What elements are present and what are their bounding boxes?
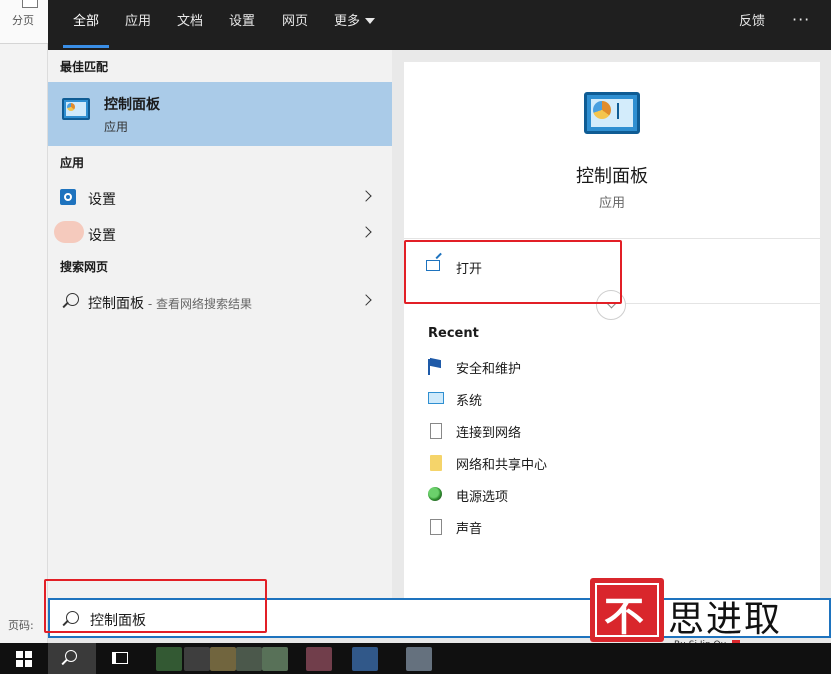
tab-apps[interactable]: 应用 (125, 0, 151, 50)
task-view-button[interactable] (96, 643, 144, 674)
chevron-right-icon[interactable] (360, 190, 372, 202)
list-item-settings-2[interactable]: 设置 (48, 216, 392, 250)
document-icon (430, 519, 442, 535)
feedback-button[interactable]: 反馈 (739, 0, 765, 44)
recent-item-label: 安全和维护 (456, 362, 522, 377)
watermark-seal-char: 不 (604, 593, 644, 640)
more-options-button[interactable]: ··· (792, 0, 810, 40)
taskbar-app[interactable] (352, 647, 378, 671)
task-view-icon (112, 652, 128, 664)
chevron-right-icon[interactable] (360, 294, 372, 306)
recent-item-label: 连接到网络 (456, 426, 522, 441)
recent-item-label: 网络和共享中心 (456, 458, 548, 473)
watermark-text: 思进取 (668, 599, 783, 640)
tab-settings[interactable]: 设置 (229, 0, 255, 50)
control-panel-icon (62, 98, 90, 120)
taskbar-app[interactable] (262, 647, 288, 671)
watermark-seal: 不 (590, 578, 664, 642)
details-pane: 控制面板 应用 打开 Recent 安全和维护 系统 连接到网络 网络和共享中心… (404, 62, 820, 598)
background-tab-label[interactable]: 分页 (12, 12, 34, 28)
blurred-app-icon (54, 221, 84, 243)
list-item-settings[interactable]: 设置 (48, 180, 392, 214)
apps-header: 应用 (60, 156, 85, 170)
tab-documents[interactable]: 文档 (177, 0, 203, 50)
web-search-query: 控制面板 (88, 296, 144, 312)
folder-icon (430, 455, 442, 471)
tab-more[interactable]: 更多 (334, 0, 376, 50)
flag-icon (428, 359, 444, 375)
taskbar-search-button[interactable] (48, 643, 96, 674)
start-button[interactable] (0, 643, 48, 674)
details-title: 控制面板 (576, 166, 648, 187)
taskbar (0, 643, 831, 674)
details-subtitle: 应用 (598, 196, 625, 211)
chevron-right-icon[interactable] (360, 226, 372, 238)
search-icon (66, 293, 79, 306)
taskbar-app[interactable] (236, 647, 262, 671)
web-search-label: 控制面板 - 查看网络搜索结果 (88, 293, 252, 313)
web-search-item[interactable]: 控制面板 - 查看网络搜索结果 (48, 284, 392, 318)
recent-item-label: 声音 (456, 522, 483, 537)
background-status-label: 页码: (8, 619, 34, 632)
tab-more-label: 更多 (334, 14, 361, 29)
tab-all[interactable]: 全部 (62, 0, 110, 50)
best-match-title: 控制面板 (104, 97, 160, 113)
control-panel-icon (584, 92, 640, 134)
highlight-open-box (404, 240, 622, 304)
search-category-bar: 全部 应用 文档 设置 网页 更多 反馈 ··· (48, 0, 831, 50)
web-search-header: 搜索网页 (60, 260, 109, 274)
background-app: 分页 页码: (0, 0, 48, 643)
page-icon (22, 0, 38, 8)
recent-header: Recent (428, 326, 479, 341)
taskbar-app[interactable] (210, 647, 236, 671)
screen: 分页 页码: 全部 应用 文档 设置 网页 更多 反馈 ··· 最佳匹配 控制面… (0, 0, 831, 674)
search-icon (65, 650, 77, 662)
web-search-suffix: - 查看网络搜索结果 (144, 297, 252, 311)
best-match-item[interactable]: 控制面板 应用 (48, 82, 392, 146)
taskbar-app[interactable] (306, 647, 332, 671)
best-match-subtitle: 应用 (104, 120, 129, 134)
power-icon (428, 487, 442, 501)
monitor-icon (428, 392, 444, 404)
background-app-toolbar: 分页 (0, 0, 48, 44)
recent-item-label: 系统 (456, 394, 483, 409)
gear-icon (60, 189, 76, 205)
taskbar-app[interactable] (156, 647, 182, 671)
taskbar-app[interactable] (406, 647, 432, 671)
divider (404, 238, 820, 239)
list-item-label: 设置 (88, 228, 116, 244)
recent-item-label: 电源选项 (456, 490, 509, 505)
results-pane: 最佳匹配 控制面板 应用 应用 设置 设置 搜索网页 控制面板 - 查看网络搜索… (48, 50, 392, 598)
highlight-search-box (44, 579, 267, 633)
list-item-label: 设置 (88, 192, 116, 208)
document-icon (430, 423, 442, 439)
tab-web[interactable]: 网页 (282, 0, 308, 50)
chevron-down-icon (365, 18, 376, 24)
taskbar-app[interactable] (184, 647, 210, 671)
windows-logo-icon (16, 651, 32, 667)
best-match-header: 最佳匹配 (60, 60, 109, 74)
